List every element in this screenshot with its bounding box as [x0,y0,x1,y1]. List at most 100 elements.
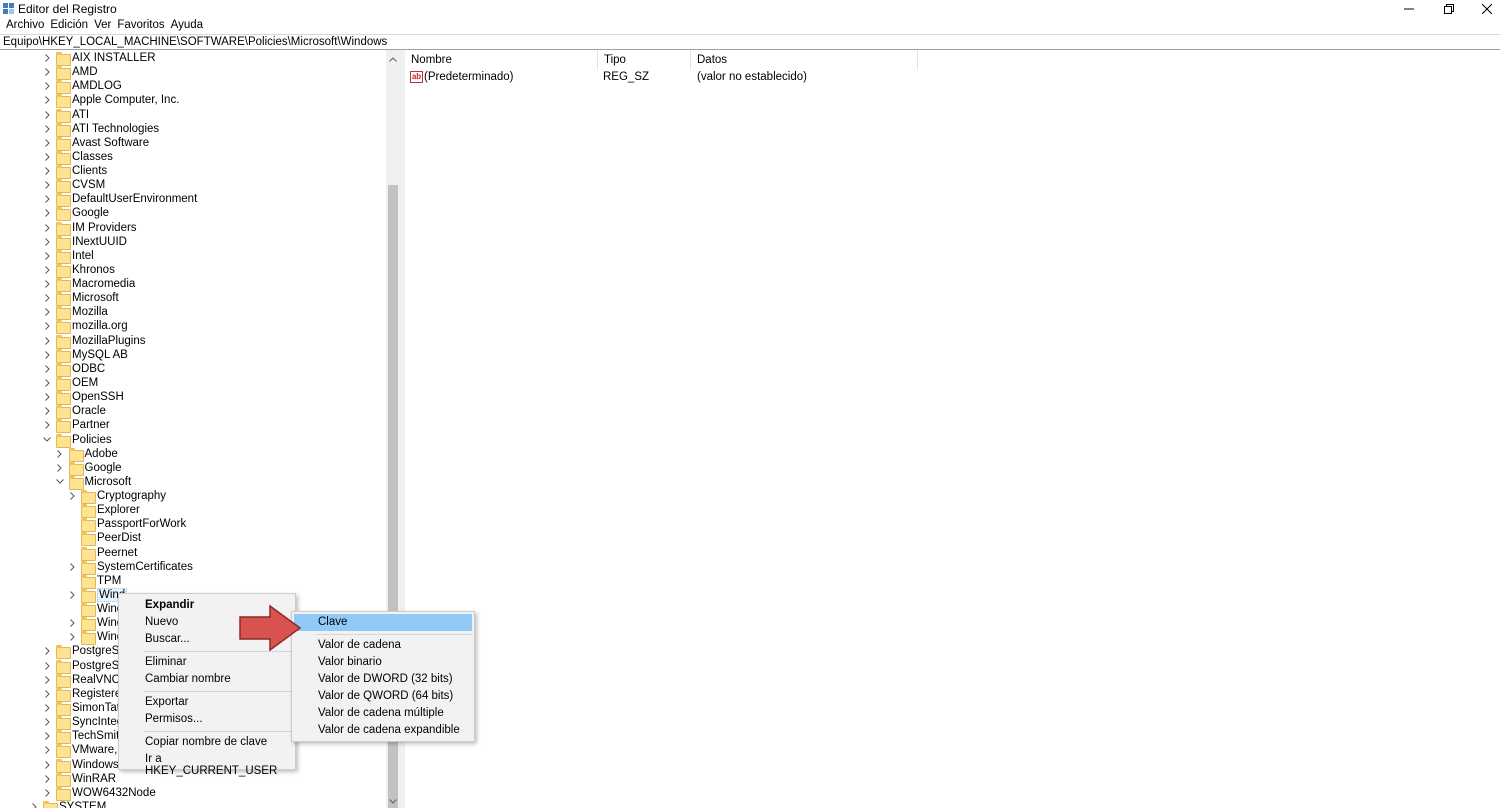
menu-ayuda[interactable]: Ayuda [165,18,203,34]
tree-item[interactable]: CVSM [41,178,105,194]
chevron-right-icon[interactable] [41,291,53,305]
tree-item[interactable]: PassportForWork [66,517,186,533]
chevron-right-icon[interactable] [41,687,53,701]
chevron-right-icon[interactable] [41,376,53,390]
chevron-right-icon[interactable] [41,729,53,743]
tree-item[interactable]: Windows [41,758,119,773]
chevron-right-icon[interactable] [41,277,53,291]
chevron-right-icon[interactable] [41,305,53,319]
tree-item[interactable]: MozillaPlugins [41,334,146,349]
chevron-right-icon[interactable] [41,334,53,348]
tree-item[interactable]: Khronos [41,263,115,278]
submenu-item-cadena-multiple[interactable]: Valor de cadena múltiple [294,705,472,722]
submenu-item-cadena-expandible[interactable]: Valor de cadena expandible [294,722,472,739]
tree-item[interactable]: VMware, In [41,743,130,759]
tree-item[interactable]: Wind [66,616,123,632]
tree-item[interactable]: ATI [41,108,89,123]
chevron-right-icon[interactable] [41,701,53,715]
chevron-right-icon[interactable] [41,390,53,404]
menu-ver[interactable]: Ver [88,18,111,34]
tree-item[interactable]: Microsoft [41,291,119,307]
chevron-right-icon[interactable] [66,588,78,602]
tree-item[interactable]: Google [41,206,109,222]
tree-item[interactable]: TPM [66,574,121,589]
tree-item[interactable]: WinRAR [41,772,116,787]
chevron-right-icon[interactable] [41,108,53,122]
chevron-right-icon[interactable] [41,122,53,136]
menu-item-exportar[interactable]: Exportar [121,694,293,711]
tree-item[interactable]: OEM [41,376,98,391]
tree-item[interactable]: Microsoft [54,475,131,490]
tree-item[interactable]: RealVNC [41,673,120,688]
chevron-right-icon[interactable] [41,673,53,687]
chevron-right-icon[interactable] [41,192,53,206]
tree-item[interactable]: ODBC [41,362,105,377]
tree-item[interactable]: mozilla.org [41,319,128,335]
chevron-right-icon[interactable] [54,447,66,461]
chevron-right-icon[interactable] [41,404,53,418]
chevron-right-icon[interactable] [66,616,78,630]
chevron-right-icon[interactable] [66,489,78,503]
tree-item[interactable]: PeerDist [66,531,141,547]
tree-item[interactable]: Cryptography [66,489,166,505]
tree-item[interactable]: OpenSSH [41,390,124,406]
chevron-right-icon[interactable] [66,560,78,574]
chevron-right-icon[interactable] [41,51,53,65]
tree-item[interactable]: WOW6432Node [41,786,156,801]
chevron-right-icon[interactable] [41,65,53,79]
column-datos[interactable]: Datos [691,50,918,70]
value-row[interactable]: ab (Predeterminado) REG_SZ (valor no est… [405,70,1500,86]
tree-item[interactable]: TechSmith [41,729,126,745]
chevron-right-icon[interactable] [41,743,53,757]
menu-item-permisos[interactable]: Permisos... [121,711,293,728]
chevron-right-icon[interactable] [41,772,53,786]
chevron-right-icon[interactable] [41,786,53,800]
menu-item-copiar-nombre[interactable]: Copiar nombre de clave [121,734,293,751]
chevron-right-icon[interactable] [66,630,78,644]
submenu-item-valor-cadena[interactable]: Valor de cadena [294,637,472,654]
chevron-right-icon[interactable] [41,263,53,277]
chevron-right-icon[interactable] [41,221,53,235]
address-bar[interactable]: Equipo\HKEY_LOCAL_MACHINE\SOFTWARE\Polic… [0,34,1500,50]
chevron-right-icon[interactable] [41,362,53,376]
chevron-right-icon[interactable] [41,319,53,333]
chevron-right-icon[interactable] [28,800,40,808]
tree-item[interactable]: Macromedia [41,277,135,293]
tree-item[interactable]: Peernet [66,546,137,561]
scroll-down-arrow-icon[interactable] [386,794,400,808]
tree-item[interactable]: SystemCertificates [66,560,193,575]
chevron-right-icon[interactable] [41,659,53,673]
column-nombre[interactable]: Nombre [405,50,598,70]
submenu-item-qword[interactable]: Valor de QWORD (64 bits) [294,688,472,705]
chevron-right-icon[interactable] [41,644,53,658]
tree-item[interactable]: Google [54,461,122,476]
tree-item[interactable]: INextUUID [41,235,127,250]
menu-archivo[interactable]: Archivo [0,18,44,34]
chevron-right-icon[interactable] [41,249,53,263]
tree-item[interactable]: Mozilla [41,305,108,321]
menu-item-cambiar-nombre[interactable]: Cambiar nombre [121,671,293,688]
menu-item-ir-hkcu[interactable]: Ir a HKEY_CURRENT_USER [121,751,293,777]
menu-favoritos[interactable]: Favoritos [111,18,164,34]
values-list[interactable]: Nombre Tipo Datos ab (Predeterminado) RE… [405,50,1500,808]
tree-item[interactable]: Adobe [54,447,118,462]
submenu-item-dword[interactable]: Valor de DWORD (32 bits) [294,671,472,688]
tree-item[interactable]: Classes [41,150,113,165]
menu-item-eliminar[interactable]: Eliminar [121,654,293,671]
tree-item[interactable]: SYSTEM [28,800,106,808]
scroll-up-arrow-icon[interactable] [386,52,400,66]
tree-item[interactable]: Wind [66,602,123,618]
tree-item[interactable]: Apple Computer, Inc. [41,93,179,109]
tree-item[interactable]: AMD [41,65,98,81]
tree-item[interactable]: Explorer [66,503,140,519]
tree-item[interactable]: AIX INSTALLER [41,51,156,66]
column-tipo[interactable]: Tipo [598,50,691,70]
tree-item[interactable]: IM Providers [41,221,137,236]
close-button[interactable] [1464,0,1500,18]
chevron-right-icon[interactable] [41,164,53,178]
tree-item[interactable]: Policies [41,433,112,448]
tree-item[interactable]: DefaultUserEnvironment [41,192,197,208]
chevron-right-icon[interactable] [41,418,53,432]
tree-item[interactable]: Oracle [41,404,106,420]
tree-item[interactable]: ATI Technologies [41,122,159,137]
